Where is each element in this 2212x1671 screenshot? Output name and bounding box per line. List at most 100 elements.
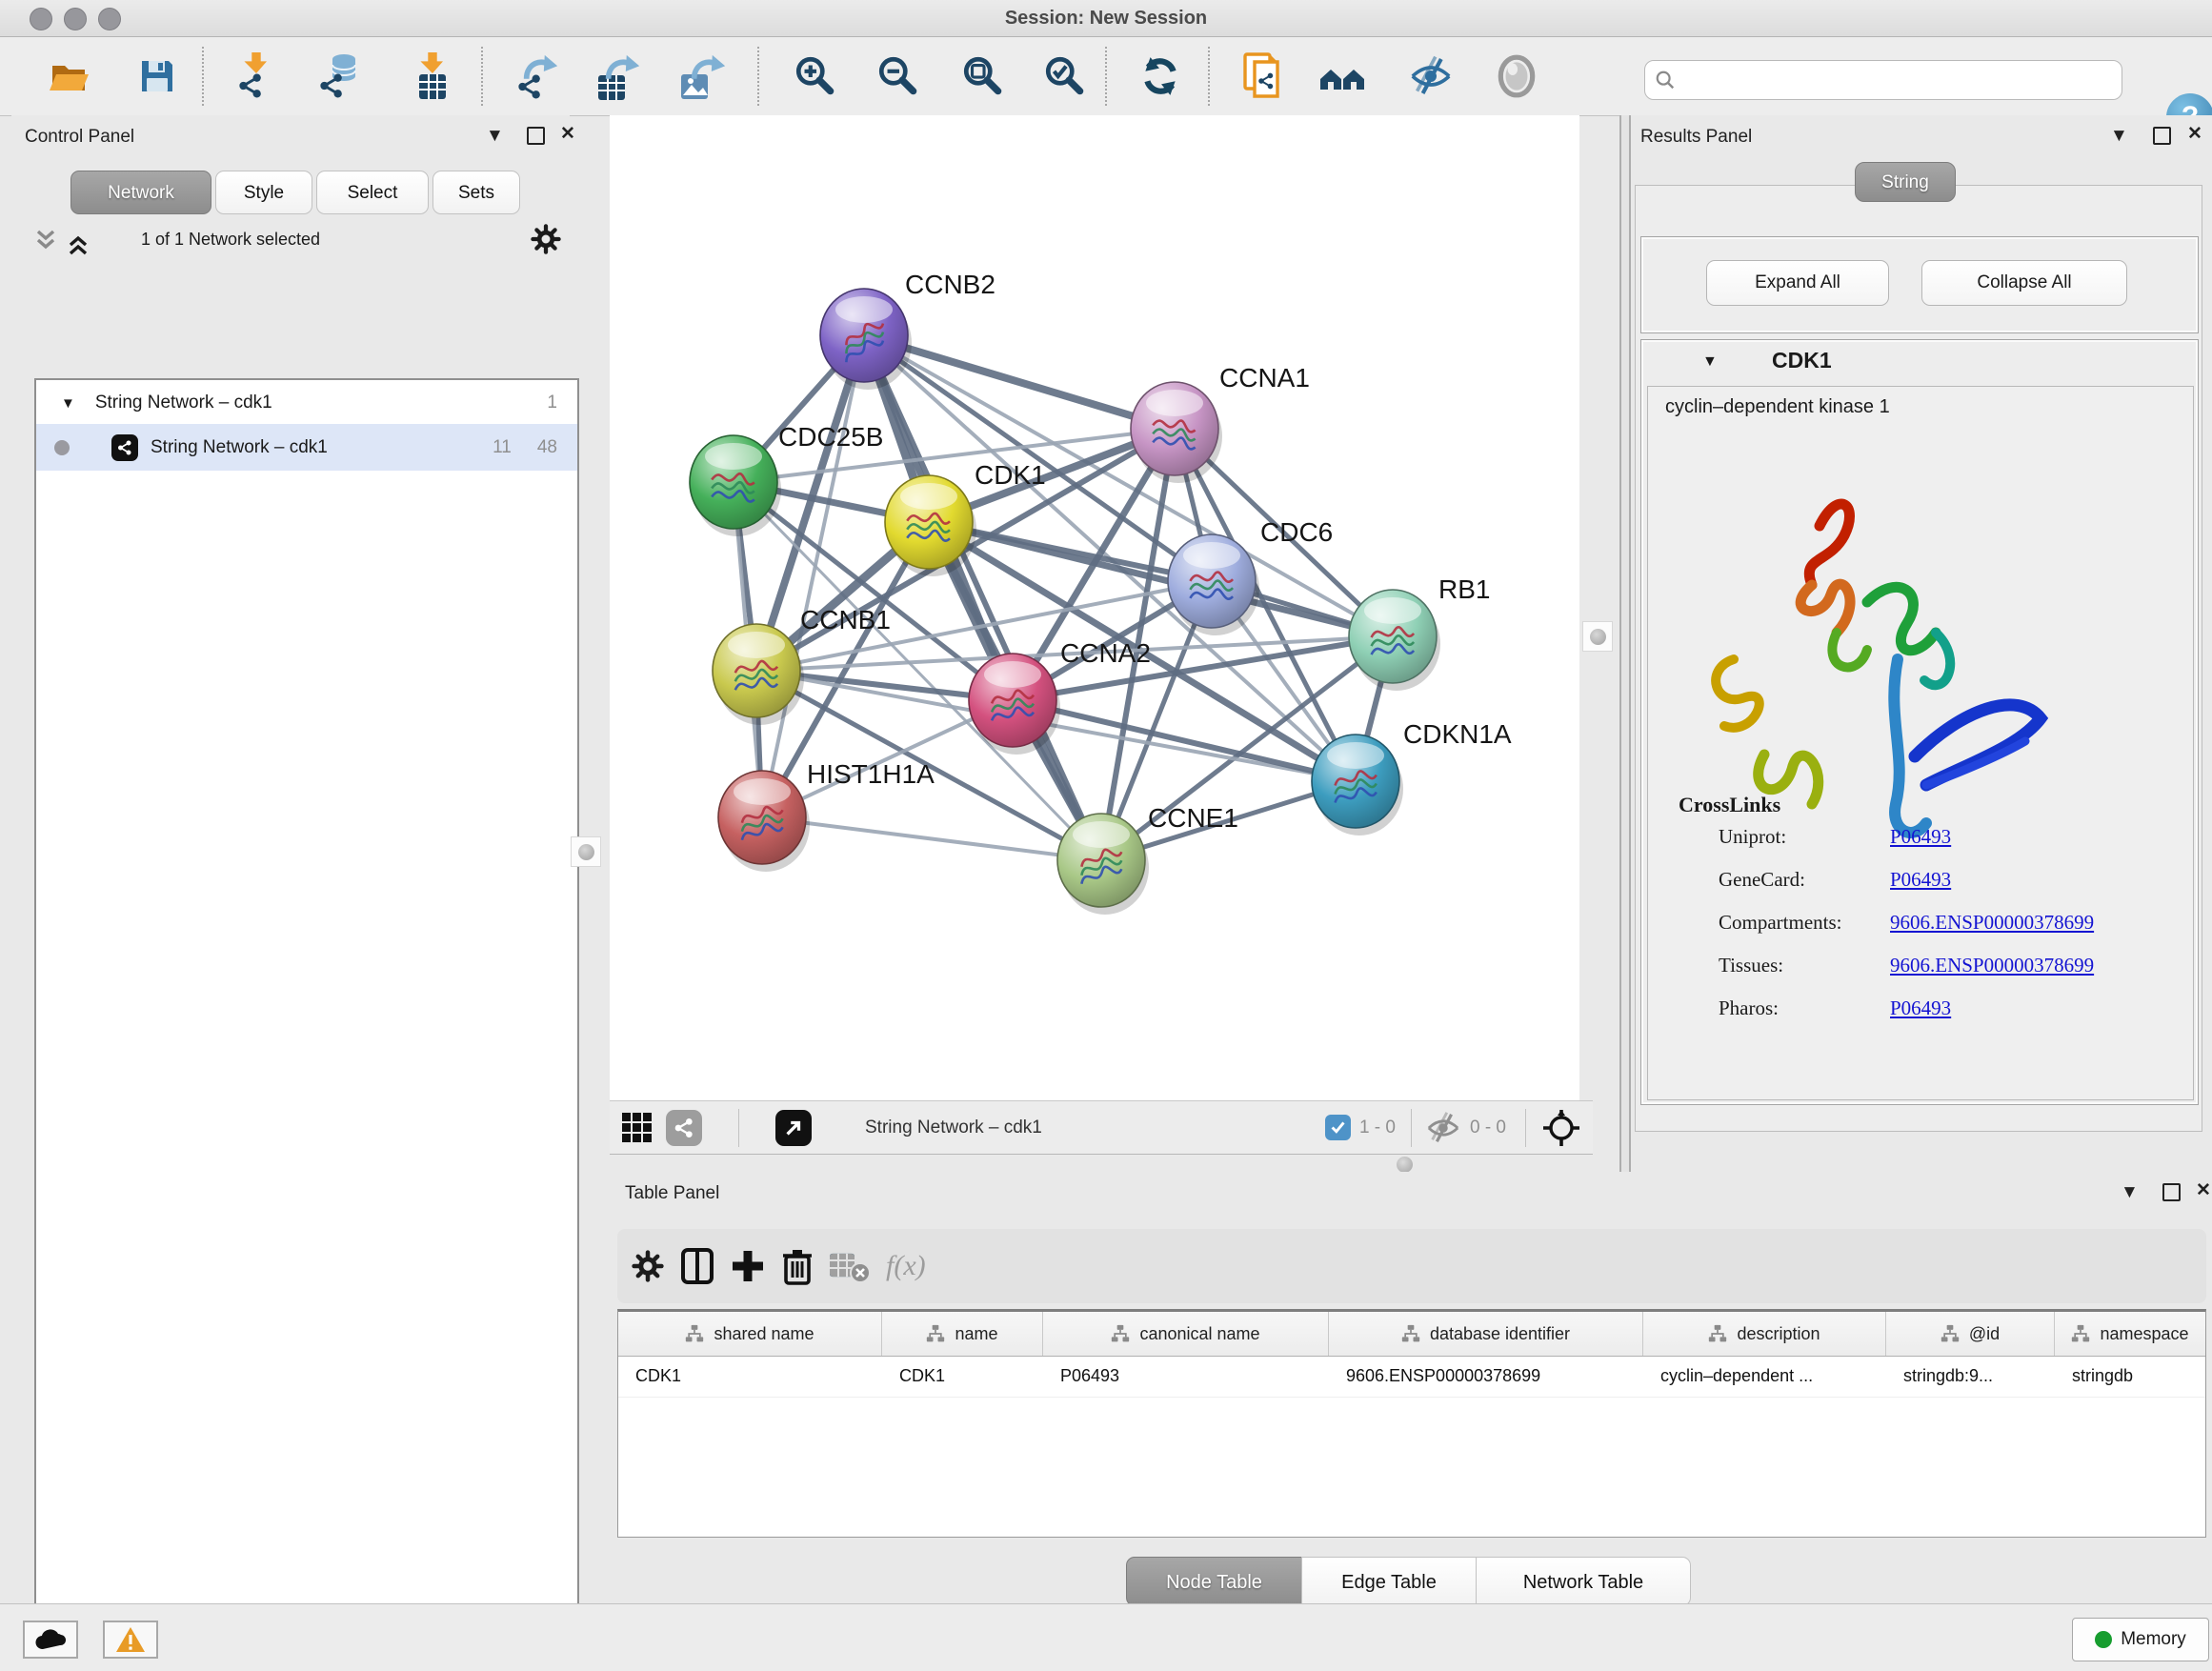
column-header[interactable]: database identifier: [1329, 1312, 1643, 1356]
control-panel-collapse-icon[interactable]: ▼: [486, 127, 504, 146]
results-panel-collapse-icon[interactable]: ▼: [2110, 127, 2128, 146]
network-node-HIST1H1A[interactable]: [718, 771, 810, 872]
network-node-CDKN1A[interactable]: [1312, 735, 1403, 836]
zoom-fit-button[interactable]: [958, 50, 1008, 102]
export-image-button[interactable]: [678, 50, 728, 102]
collapse-all-button[interactable]: Collapse All: [1921, 260, 2127, 306]
results-panel-float-icon[interactable]: [2153, 127, 2171, 150]
table-panel-close-icon[interactable]: ✕: [2196, 1181, 2211, 1200]
home-networks-button[interactable]: [1318, 50, 1368, 102]
cloud-button[interactable]: [23, 1621, 78, 1659]
tab-network[interactable]: Network: [70, 171, 211, 214]
tab-network-table[interactable]: Network Table: [1476, 1557, 1691, 1606]
network-node-label: RB1: [1438, 574, 1490, 604]
ne-arrow-icon: [783, 1117, 804, 1138]
delete-table-icon[interactable]: [829, 1249, 871, 1283]
zoom-selected-button[interactable]: [1040, 50, 1090, 102]
column-header[interactable]: @id: [1886, 1312, 2055, 1356]
table-panel-title: Table Panel: [625, 1183, 719, 1204]
network-node-CCNE1[interactable]: [1057, 814, 1149, 915]
footer-separator: [1411, 1109, 1412, 1147]
column-header[interactable]: name: [882, 1312, 1043, 1356]
network-options-gear-icon[interactable]: [530, 223, 562, 260]
results-panel-close-icon[interactable]: ✕: [2187, 125, 2202, 144]
crosslink-link[interactable]: P06493: [1890, 825, 1951, 849]
results-panel-title: Results Panel: [1640, 127, 1752, 148]
birdseye-crosshair-icon[interactable]: [1541, 1108, 1581, 1148]
network-edge[interactable]: [762, 335, 864, 817]
table-options-gear-icon[interactable]: [631, 1249, 665, 1283]
open-in-new-window-button[interactable]: [775, 1110, 812, 1146]
save-icon: [135, 54, 179, 98]
column-header[interactable]: namespace: [2055, 1312, 2205, 1356]
add-column-icon[interactable]: [730, 1248, 766, 1284]
network-node-CDC25B[interactable]: [690, 435, 781, 536]
network-node-CCNB2[interactable]: [820, 289, 912, 390]
zoom-in-button[interactable]: [791, 50, 840, 102]
gene-section-expander-icon[interactable]: ▼: [1702, 353, 1718, 371]
search-input[interactable]: [1676, 70, 2112, 91]
tab-select[interactable]: Select: [316, 171, 429, 214]
string-import-button[interactable]: [1238, 50, 1288, 102]
column-header[interactable]: description: [1643, 1312, 1886, 1356]
warnings-button[interactable]: [103, 1621, 158, 1659]
table-panel-float-icon[interactable]: [2162, 1183, 2181, 1206]
table-row[interactable]: CDK1 CDK1 P06493 9606.ENSP00000378699 cy…: [618, 1357, 2205, 1398]
crosslinks-title: CrossLinks: [1679, 793, 1780, 817]
network-edge[interactable]: [762, 817, 1101, 860]
search-field[interactable]: [1644, 60, 2122, 100]
tab-edge-table[interactable]: Edge Table: [1301, 1557, 1477, 1606]
lens-button[interactable]: [1492, 50, 1541, 102]
apply-layout-button[interactable]: [1136, 50, 1185, 102]
import-database-icon: [315, 52, 363, 100]
grid-view-icon[interactable]: [620, 1111, 654, 1145]
expand-all-button[interactable]: Expand All: [1706, 260, 1889, 306]
import-table-button[interactable]: [408, 50, 457, 102]
crosslink-link[interactable]: 9606.ENSP00000378699: [1890, 954, 2094, 977]
column-header[interactable]: shared name: [618, 1312, 882, 1356]
delete-column-trash-icon[interactable]: [781, 1247, 814, 1285]
footer-separator: [738, 1109, 739, 1147]
tree-expander-icon[interactable]: ▼: [61, 395, 75, 412]
column-header[interactable]: canonical name: [1043, 1312, 1329, 1356]
crosslink-link[interactable]: 9606.ENSP00000378699: [1890, 911, 2094, 935]
selected-nodes-checkbox[interactable]: [1325, 1115, 1351, 1140]
crosslink-label: Tissues:: [1719, 954, 1783, 977]
hidden-eye-icon[interactable]: [1425, 1110, 1461, 1146]
import-network-file-button[interactable]: [231, 50, 280, 102]
control-panel-close-icon[interactable]: ✕: [560, 125, 575, 144]
memory-button[interactable]: Memory: [2072, 1618, 2209, 1661]
show-columns-icon[interactable]: [680, 1247, 714, 1285]
main-toolbar: ?: [0, 37, 2212, 116]
table-panel-collapse-icon[interactable]: ▼: [2121, 1183, 2139, 1202]
network-node-CCNA1[interactable]: [1131, 382, 1222, 483]
tab-node-table[interactable]: Node Table: [1126, 1557, 1302, 1606]
network-node-RB1[interactable]: [1349, 590, 1440, 691]
right-splitter-handle[interactable]: [1582, 621, 1613, 652]
zoom-out-button[interactable]: [874, 50, 923, 102]
save-session-button[interactable]: [132, 50, 182, 102]
network-collection-row[interactable]: ▼ String Network – cdk1 1: [36, 382, 577, 424]
network-row[interactable]: String Network – cdk1 11 48: [36, 424, 577, 471]
network-node-CDK1[interactable]: [885, 475, 976, 576]
eye-slash-icon: [1408, 53, 1454, 99]
vertical-divider[interactable]: [1619, 115, 1631, 1172]
left-splitter-handle[interactable]: [571, 836, 601, 867]
import-network-database-button[interactable]: [314, 50, 364, 102]
crosslink-link[interactable]: P06493: [1890, 868, 1951, 892]
control-panel-float-icon[interactable]: [527, 127, 545, 150]
toolbar-separator: [1105, 47, 1107, 106]
export-network-button[interactable]: [513, 50, 562, 102]
network-node-CDC6[interactable]: [1168, 534, 1259, 635]
hide-unhide-button[interactable]: [1406, 50, 1456, 102]
open-session-button[interactable]: [44, 50, 93, 102]
tab-sets[interactable]: Sets: [432, 171, 520, 214]
function-builder-fx-icon[interactable]: f(x): [886, 1250, 926, 1282]
crosslink-link[interactable]: P06493: [1890, 997, 1951, 1020]
tab-style[interactable]: Style: [215, 171, 312, 214]
application-window: Session: New Session: [0, 0, 2212, 1671]
horizontal-splitter-handle[interactable]: [1397, 1157, 1413, 1173]
network-share-view-icon[interactable]: [666, 1110, 702, 1146]
export-table-button[interactable]: [594, 50, 644, 102]
tab-string[interactable]: String: [1855, 162, 1956, 202]
